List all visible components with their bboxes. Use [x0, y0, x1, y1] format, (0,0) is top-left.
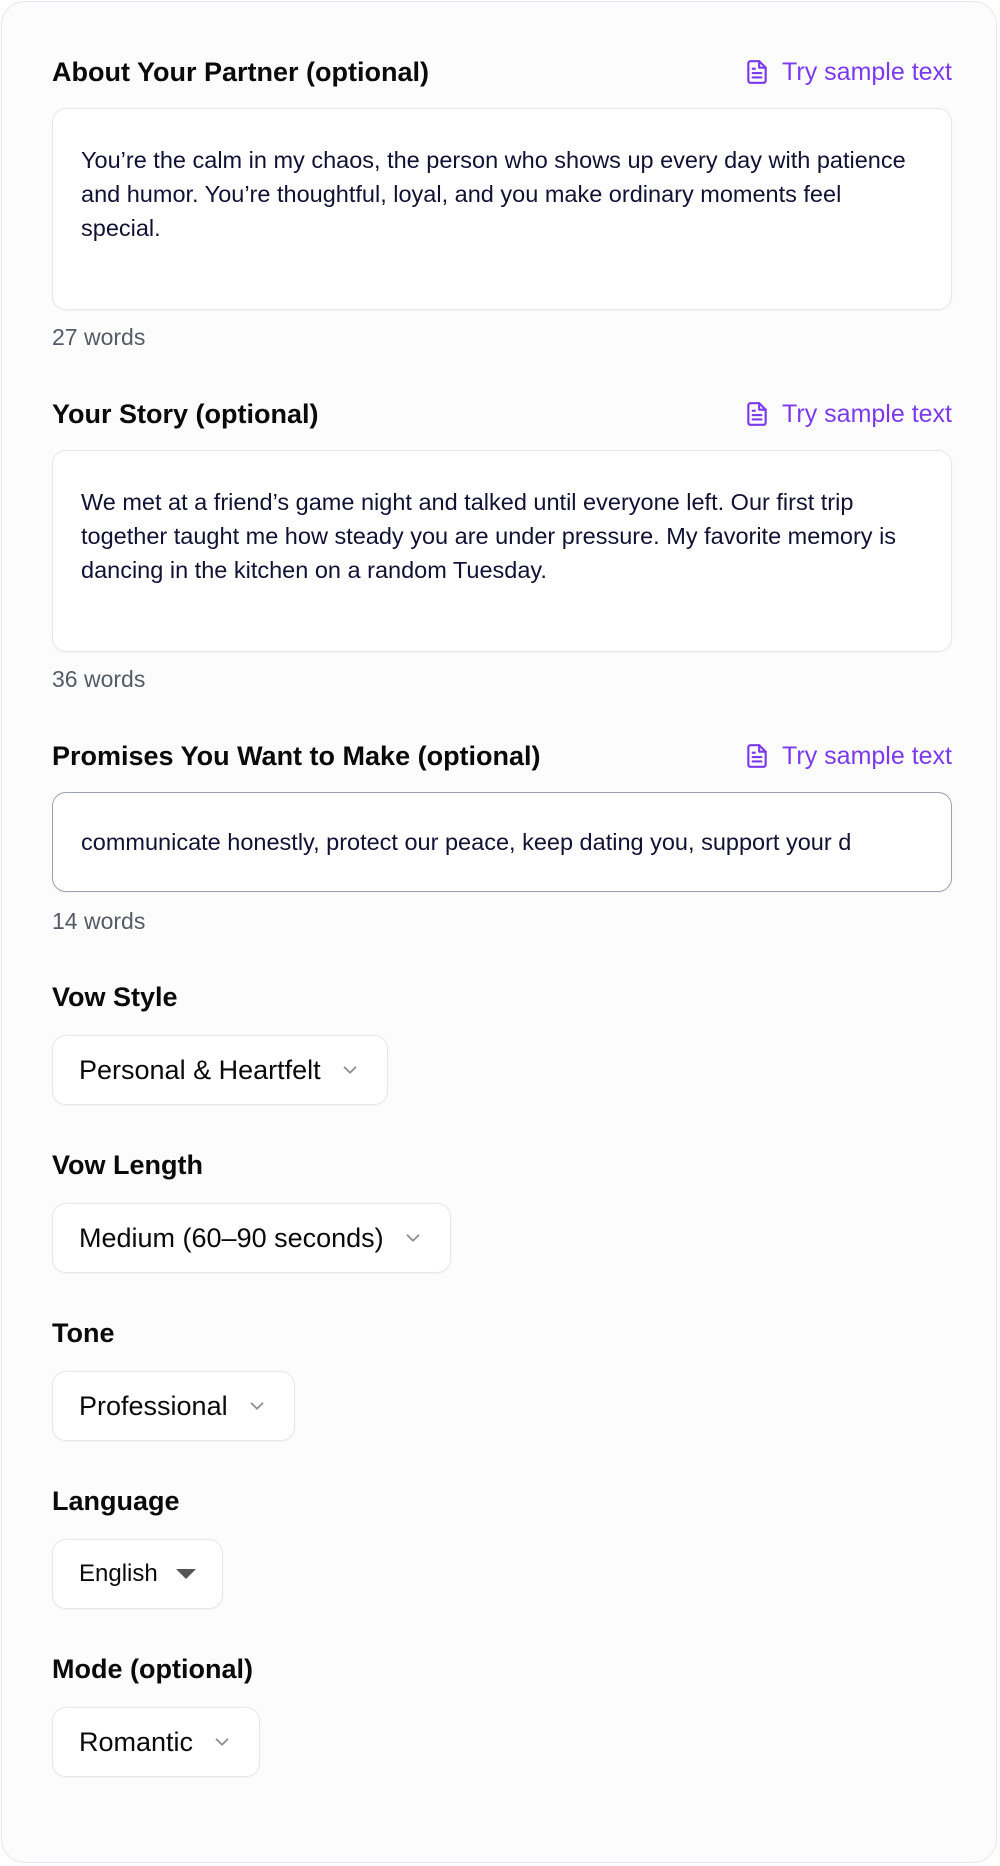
promises-input[interactable]: communicate honestly, protect our peace,… — [52, 792, 952, 892]
document-icon — [747, 402, 767, 426]
document-icon — [747, 744, 767, 768]
tone-label: Tone — [52, 1318, 115, 1348]
vow-style-label: Vow Style — [52, 982, 178, 1012]
try-sample-label: Try sample text — [782, 399, 952, 428]
vow-style-value: Personal & Heartfelt — [79, 1054, 321, 1085]
promises-label: Promises You Want to Make (optional) — [52, 740, 541, 771]
mode-label: Mode (optional) — [52, 1654, 253, 1684]
story-textarea[interactable]: We met at a friend’s game night and talk… — [52, 450, 952, 652]
tone-value: Professional — [79, 1390, 228, 1421]
partner-section-header: About Your Partner (optional) Try sample… — [52, 52, 952, 92]
partner-label: About Your Partner (optional) — [52, 56, 429, 87]
chevron-down-icon — [343, 1066, 357, 1074]
language-value: English — [79, 1560, 158, 1587]
story-section-header: Your Story (optional) Try sample text — [52, 394, 952, 434]
promises-word-count: 14 words — [52, 908, 146, 934]
chevron-down-icon — [215, 1738, 229, 1746]
vow-length-select[interactable]: Medium (60–90 seconds) — [52, 1203, 451, 1273]
language-select[interactable]: English — [52, 1539, 223, 1609]
promises-section-header: Promises You Want to Make (optional) Try… — [52, 736, 952, 776]
try-sample-label: Try sample text — [782, 57, 952, 86]
partner-textarea[interactable]: You’re the calm in my chaos, the person … — [52, 108, 952, 310]
vow-length-value: Medium (60–90 seconds) — [79, 1222, 384, 1253]
try-sample-label: Try sample text — [782, 741, 952, 770]
story-try-sample-link[interactable]: Try sample text — [744, 400, 952, 429]
caret-down-icon — [175, 1569, 196, 1579]
mode-select[interactable]: Romantic — [52, 1707, 261, 1777]
vow-length-label: Vow Length — [52, 1150, 203, 1180]
partner-try-sample-link[interactable]: Try sample text — [744, 58, 952, 87]
promises-input-value: communicate honestly, protect our peace,… — [81, 829, 852, 855]
vow-style-select[interactable]: Personal & Heartfelt — [52, 1035, 388, 1105]
document-icon — [747, 60, 767, 84]
partner-word-count: 27 words — [52, 324, 146, 350]
story-label: Your Story (optional) — [52, 398, 319, 429]
mode-value: Romantic — [79, 1726, 194, 1757]
vow-form-card: About Your Partner (optional) Try sample… — [1, 1, 997, 1863]
chevron-down-icon — [250, 1402, 264, 1410]
story-word-count: 36 words — [52, 666, 146, 692]
promises-try-sample-link[interactable]: Try sample text — [744, 742, 952, 771]
tone-select[interactable]: Professional — [52, 1371, 295, 1441]
chevron-down-icon — [406, 1234, 420, 1242]
language-label: Language — [52, 1486, 180, 1516]
